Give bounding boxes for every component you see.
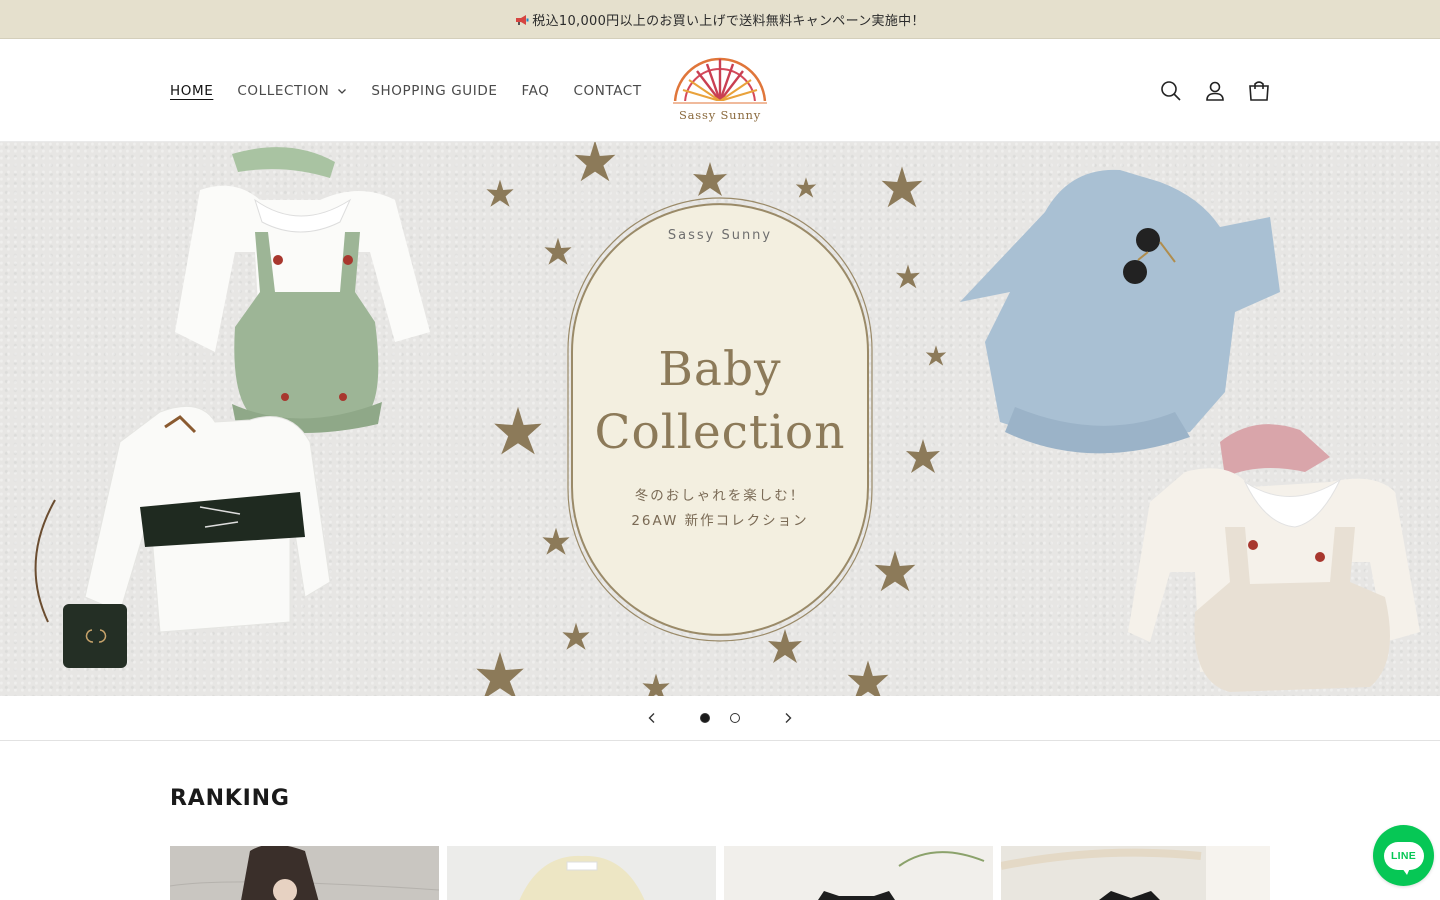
ranking-product-grid — [170, 846, 1270, 900]
product-card-1[interactable] — [170, 846, 439, 900]
hero-title: Baby Collection — [570, 338, 870, 464]
cart-icon[interactable] — [1248, 80, 1270, 102]
hero-title-line1: Baby — [658, 342, 782, 397]
site-logo[interactable]: Sassy Sunny — [667, 56, 773, 128]
cream-romper-illustration — [1128, 424, 1420, 692]
announcement-text: 税込10,000円以上のお買い上げで送料無料キャンペーン実施中！ — [532, 13, 925, 29]
line-chat-button[interactable]: LINE — [1373, 825, 1434, 886]
hero-subtitle: 冬のおしゃれを楽しむ！ 26AW 新作コレクション — [570, 484, 870, 534]
denim-dress-illustration — [960, 169, 1280, 454]
nav-collection-label: COLLECTION — [237, 82, 330, 99]
slider-dots — [700, 713, 740, 723]
green-romper-illustration — [175, 147, 430, 433]
slider-prev-button[interactable] — [630, 696, 674, 740]
site-header: HOME COLLECTION SHOPPING GUIDE FAQ CONTA… — [0, 39, 1440, 142]
product-image-1 — [170, 846, 439, 900]
line-label: LINE — [1390, 849, 1417, 862]
slider-dot-2[interactable] — [730, 713, 740, 723]
hero-title-line2: Collection — [594, 405, 846, 460]
chevron-down-icon — [338, 88, 347, 94]
main-nav: HOME COLLECTION SHOPPING GUIDE FAQ CONTA… — [170, 39, 666, 142]
hero-subtitle-line1: 冬のおしゃれを楽しむ！ — [634, 488, 806, 504]
nav-home[interactable]: HOME — [170, 83, 213, 99]
slider-next-button[interactable] — [766, 696, 810, 740]
account-icon[interactable] — [1204, 80, 1226, 102]
ranking-title: RANKING — [170, 786, 290, 811]
nav-faq[interactable]: FAQ — [522, 83, 550, 99]
megaphone-icon — [516, 15, 529, 25]
chevron-left-icon — [648, 713, 655, 723]
announcement-bar: 税込10,000円以上のお買い上げで送料無料キャンペーン実施中！ — [0, 0, 1440, 39]
product-card-2[interactable] — [447, 846, 716, 900]
product-image-3 — [724, 846, 993, 900]
white-blouse-illustration — [34, 405, 331, 668]
hero-subtitle-line2: 26AW 新作コレクション — [631, 513, 809, 529]
chevron-right-icon — [785, 713, 792, 723]
product-image-4 — [1001, 846, 1270, 900]
header-icons — [1160, 39, 1270, 142]
search-icon[interactable] — [1160, 80, 1182, 102]
slider-dot-1[interactable] — [700, 713, 710, 723]
logo-text: Sassy Sunny — [678, 108, 762, 122]
product-card-4[interactable] — [1001, 846, 1270, 900]
product-image-2 — [447, 846, 716, 900]
nav-shopping-guide[interactable]: SHOPPING GUIDE — [371, 83, 497, 99]
hero-slide[interactable]: Sassy Sunny Baby Collection 冬のおしゃれを楽しむ！ … — [0, 142, 1440, 696]
hero-brand: Sassy Sunny — [667, 228, 773, 243]
line-icon: LINE — [1383, 841, 1424, 875]
product-card-3[interactable] — [724, 846, 993, 900]
slider-controls — [0, 696, 1440, 741]
nav-collection[interactable]: COLLECTION — [237, 83, 347, 99]
nav-contact[interactable]: CONTACT — [573, 83, 641, 99]
